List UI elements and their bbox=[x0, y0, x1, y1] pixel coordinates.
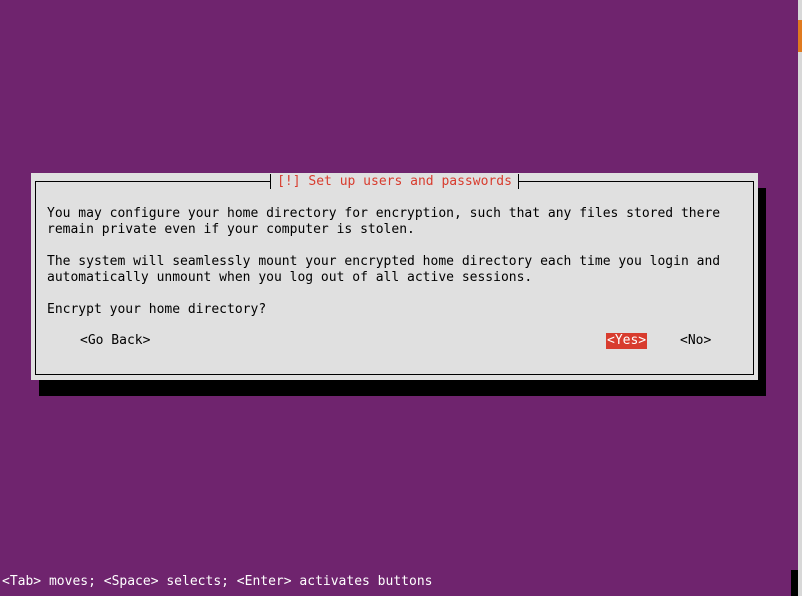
yes-button[interactable]: <Yes> bbox=[606, 333, 648, 349]
setup-users-dialog: [!] Set up users and passwords You may c… bbox=[31, 173, 758, 380]
adjacent-window-edge bbox=[798, 0, 802, 596]
description-line: automatically unmount when you log out o… bbox=[47, 270, 533, 285]
description-line: remain private even if your computer is … bbox=[47, 222, 415, 237]
description-line: You may configure your home directory fo… bbox=[47, 206, 721, 221]
keyboard-help-footer: <Tab> moves; <Space> selects; <Enter> ac… bbox=[2, 574, 433, 589]
adjacent-window-accent bbox=[798, 20, 802, 52]
dialog-title-text: [!] Set up users and passwords bbox=[270, 174, 519, 189]
description-line: The system will seamlessly mount your en… bbox=[47, 254, 721, 269]
question-text: Encrypt your home directory? bbox=[47, 302, 267, 317]
go-back-button[interactable]: <Go Back> bbox=[80, 333, 150, 349]
corner-block bbox=[791, 570, 798, 596]
no-button[interactable]: <No> bbox=[680, 333, 711, 349]
dialog-title: [!] Set up users and passwords bbox=[31, 173, 758, 190]
